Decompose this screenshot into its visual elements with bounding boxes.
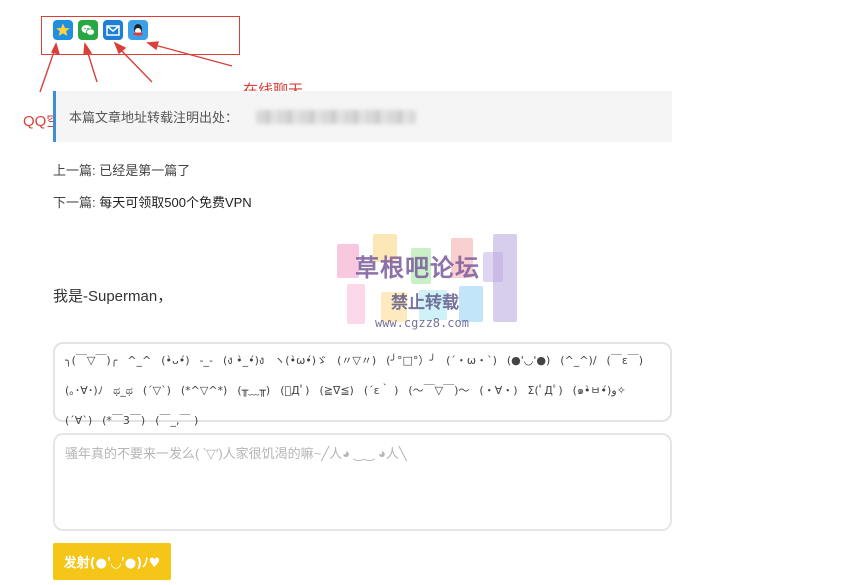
- next-post-link[interactable]: 每天可领取500个免费VPN: [99, 195, 251, 210]
- emoticon-item[interactable]: (・∀・): [479, 382, 517, 400]
- emoticon-item[interactable]: (～￣▽￣)～: [408, 382, 469, 400]
- emoticon-item[interactable]: -_-: [200, 352, 213, 370]
- emoticon-item[interactable]: (｡･∀･)ﾉ: [65, 382, 103, 400]
- reprint-notice: 本篇文章地址转载注明出处：: [53, 91, 672, 142]
- prev-post: 上一篇: 已经是第一篇了: [53, 160, 190, 179]
- emoticon-item[interactable]: (╯°□°）╯: [386, 352, 436, 370]
- emoticon-item[interactable]: (≧∇≦): [319, 382, 353, 400]
- mail-icon[interactable]: [103, 20, 123, 40]
- emoticon-item[interactable]: (〃▽〃): [337, 352, 376, 370]
- watermark-title: 草根吧论坛: [355, 255, 480, 282]
- emoticon-item[interactable]: (*^▽^*): [181, 382, 227, 400]
- submit-comment-button[interactable]: 发射(●'◡'●)ﾉ♥: [53, 543, 171, 580]
- emoticon-panel: ╮(￣▽￣)╭ ^_^ (•̀ᴗ•́) -_- (ง •̀_•́)ง ヽ(•̀ω•́)ゞ(…: [53, 342, 672, 427]
- emoticon-item[interactable]: ಥ_ಥ: [113, 382, 133, 400]
- wechat-icon[interactable]: [78, 20, 98, 40]
- watermark-url: www.cgzz8.com: [375, 316, 469, 330]
- qzone-icon[interactable]: [53, 20, 73, 40]
- emoticon-item[interactable]: (•̀ᴗ•́): [161, 352, 189, 370]
- emoticon-item[interactable]: (^_^)/: [560, 352, 596, 370]
- comment-textarea[interactable]: [53, 433, 672, 531]
- author-line: 我是-Superman，: [53, 288, 173, 305]
- emoticon-item[interactable]: (╥﹏╥): [237, 382, 270, 400]
- emoticon-item[interactable]: ヽ(•̀ω•́)ゞ: [274, 352, 327, 370]
- blurred-url: [256, 109, 417, 124]
- emoticon-item[interactable]: (ง •̀_•́)ง: [223, 352, 264, 370]
- emoticon-item[interactable]: (*￣3￣): [102, 412, 145, 430]
- watermark-subtitle: 禁止转载: [391, 293, 459, 312]
- site-watermark: 草根吧论坛 禁止转载 www.cgzz8.com: [333, 232, 523, 332]
- emoticon-item[interactable]: (ﾟДﾟ): [280, 382, 309, 400]
- emoticon-item[interactable]: (￣_,￣ ): [155, 412, 198, 430]
- emoticon-item[interactable]: (￣ε￣): [607, 352, 644, 370]
- emoticon-item[interactable]: (●'◡'●): [507, 352, 550, 370]
- next-post: 下一篇: 每天可领取500个免费VPN: [53, 192, 252, 211]
- emoticon-item[interactable]: (´∀`): [65, 412, 92, 430]
- emoticon-item[interactable]: ╮(￣▽￣)╭: [65, 352, 117, 370]
- emoticon-item[interactable]: (´▽`): [143, 382, 171, 400]
- emoticon-item[interactable]: (´ε｀ ): [364, 382, 399, 400]
- emoticon-item[interactable]: ^_^: [127, 352, 151, 370]
- emoticon-item[interactable]: (´・ω・`): [446, 352, 497, 370]
- notice-text: 本篇文章地址转载注明出处：: [69, 110, 239, 125]
- qq-icon[interactable]: [128, 20, 148, 40]
- emoticon-item[interactable]: Σ(ﾟДﾟ): [528, 382, 563, 400]
- prev-post-label: 上一篇:: [53, 163, 96, 178]
- prev-post-title: 已经是第一篇了: [99, 163, 191, 178]
- emoticon-item[interactable]: (๑•̀ㅂ•́)و✧: [573, 382, 626, 400]
- next-post-label: 下一篇:: [53, 195, 96, 210]
